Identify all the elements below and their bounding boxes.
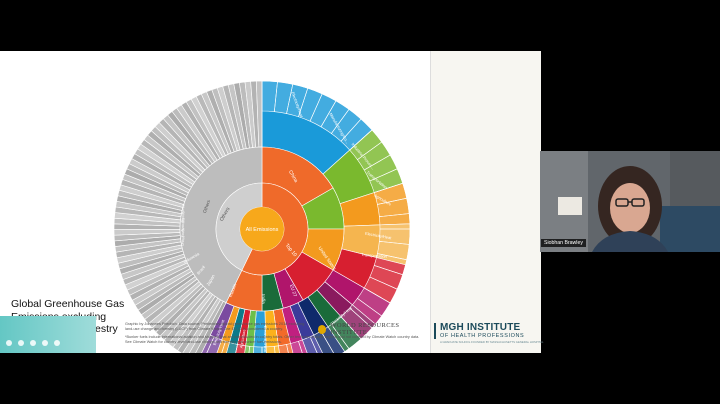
wri-logo-mark <box>318 324 327 334</box>
mgh-logo-bar <box>434 323 436 339</box>
chart-caption: Graphic by Johannes Friedrich. Data sour… <box>125 322 305 331</box>
mgh-tagline: A GRADUATE SCHOOL FOUNDED BY MASSACHUSET… <box>440 340 544 344</box>
wri-label: WORLD RESOURCES INSTITUTE <box>330 322 400 336</box>
participant-name: Siobhan Brawley <box>541 239 586 247</box>
mgh-subtitle: OF HEALTH PROFESSIONS <box>440 333 525 339</box>
presentation-slide: All Emissions Top 10 Others China United Sta… <box>0 51 430 353</box>
presenter-toolbar <box>0 316 96 353</box>
slide-title-line: Global Greenhouse Gas <box>11 298 125 310</box>
next-slide-icon[interactable] <box>18 340 24 346</box>
others-country-label: Korea <box>181 204 186 214</box>
more-options-icon[interactable] <box>54 340 60 346</box>
prev-slide-icon[interactable] <box>6 340 12 346</box>
center-label: All Emissions <box>246 227 279 233</box>
zoom-icon[interactable] <box>42 340 48 346</box>
wri-logo: WORLD RESOURCES INSTITUTE <box>318 322 430 336</box>
participant-video[interactable] <box>540 151 720 252</box>
chart-caption-2: *Bunker fuels include international avia… <box>125 335 420 344</box>
mgh-title: MGH INSTITUTE <box>440 322 521 333</box>
pen-icon[interactable] <box>30 340 36 346</box>
mgh-logo: MGH INSTITUTE OF HEALTH PROFESSIONS A GR… <box>440 322 543 344</box>
participant-video-feed <box>540 151 720 252</box>
slide-sidebar <box>430 51 541 353</box>
ring2-label-india: India <box>261 294 266 304</box>
